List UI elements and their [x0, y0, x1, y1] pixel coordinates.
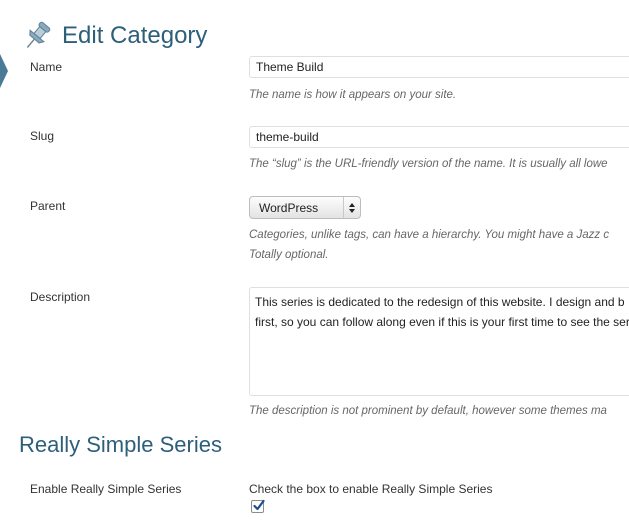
parent-label: Parent [30, 199, 66, 213]
enable-series-help: Check the box to enable Really Simple Se… [249, 482, 493, 496]
pushpin-icon [20, 20, 54, 52]
parent-description-line2: Totally optional. [249, 249, 329, 261]
enable-series-label: Enable Really Simple Series [30, 482, 182, 496]
name-input[interactable]: Theme Build [249, 56, 629, 78]
slug-description: The “slug” is the URL-friendly version o… [249, 158, 608, 170]
slug-input[interactable]: theme-build [249, 126, 629, 148]
description-textarea[interactable]: This series is dedicated to the redesign… [249, 287, 629, 396]
page-header: Edit Category [20, 6, 207, 66]
description-label: Description [30, 290, 91, 304]
enable-series-checkbox[interactable] [251, 499, 265, 513]
up-down-arrows-icon [343, 197, 360, 218]
edit-category-page: Edit Category Name Theme Build The name … [0, 0, 629, 520]
parent-select-value: WordPress [259, 200, 319, 215]
name-label: Name [30, 60, 63, 74]
parent-description-line1: Categories, unlike tags, can have a hier… [249, 229, 610, 241]
menu-pointer-arrow [0, 54, 8, 88]
section-heading: Really Simple Series [19, 432, 222, 457]
parent-select[interactable]: WordPress [249, 196, 361, 219]
checkmark-icon [253, 499, 265, 511]
name-description: The name is how it appears on your site. [249, 89, 457, 101]
slug-label: Slug [30, 129, 55, 143]
page-title: Edit Category [62, 22, 208, 50]
description-help: The description is not prominent by defa… [249, 405, 607, 417]
